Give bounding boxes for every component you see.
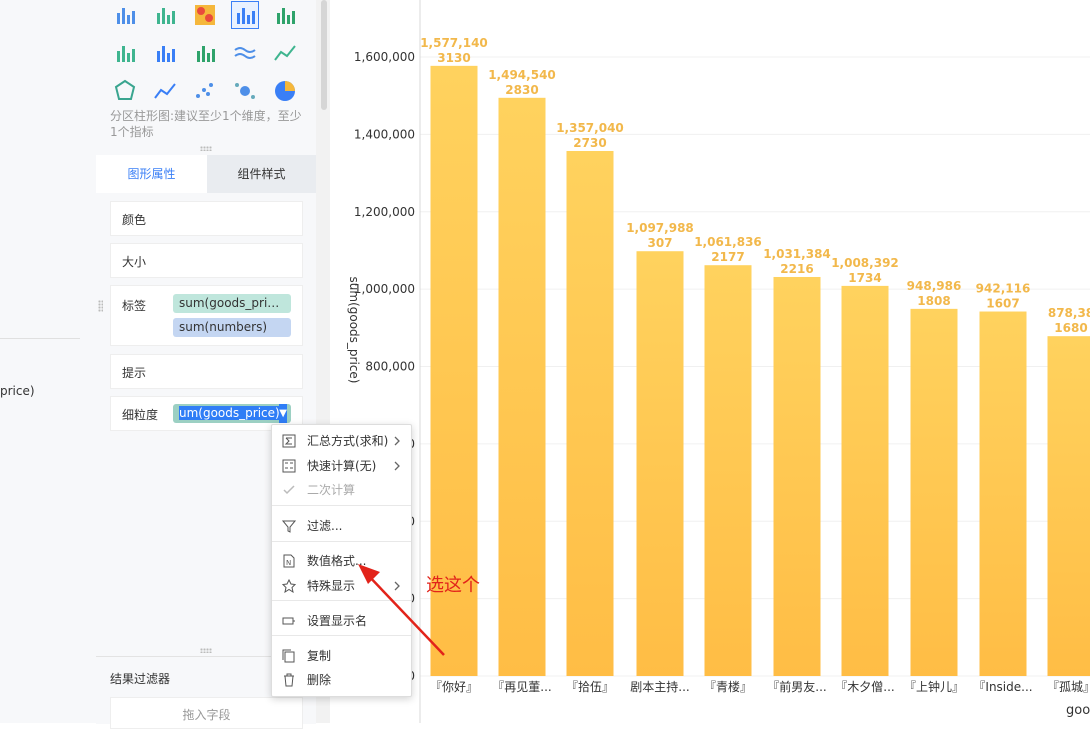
- annotation-layer: [0, 0, 1090, 723]
- annotation-arrowhead: [358, 564, 380, 584]
- annotation-text: 选这个: [426, 571, 480, 597]
